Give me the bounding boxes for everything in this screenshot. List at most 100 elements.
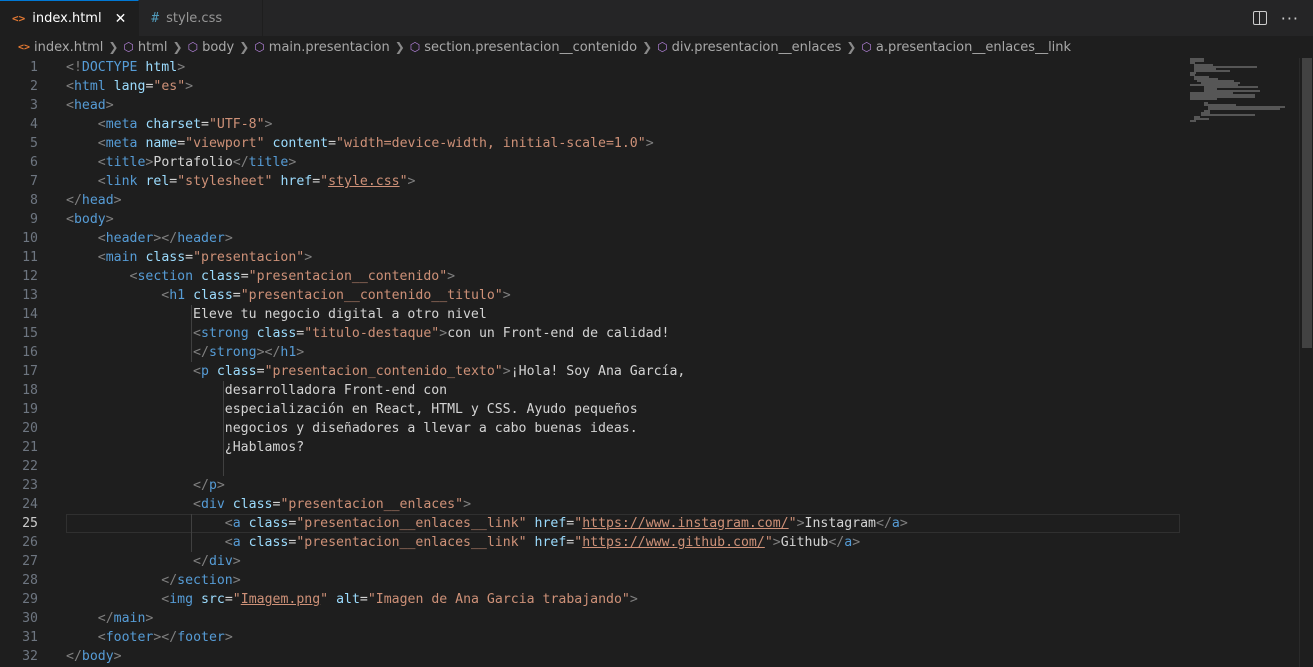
- split-editor-icon[interactable]: [1252, 11, 1267, 25]
- code-line[interactable]: 19 especialización en React, HTML y CSS.…: [0, 400, 1180, 419]
- code-line[interactable]: 20 negocios y diseñadores a llevar a cab…: [0, 419, 1180, 438]
- code-text: <h1 class="presentacion__contenido__titu…: [66, 286, 510, 305]
- code-line[interactable]: 6 <title>Portafolio</title>: [0, 153, 1180, 172]
- code-token: ": [232, 592, 241, 607]
- code-line[interactable]: 12 <section class="presentacion__conteni…: [0, 267, 1180, 286]
- indent-guide: [191, 514, 193, 552]
- breadcrumb-item-html[interactable]: ⬡ html: [123, 40, 167, 55]
- code-token: <: [97, 231, 106, 246]
- code-token: "viewport": [185, 136, 265, 151]
- tab-index-html[interactable]: <> index.html ✕: [0, 0, 140, 36]
- code-line[interactable]: 9 <body>: [0, 210, 1180, 229]
- code-token: >: [288, 155, 297, 170]
- code-token: href: [534, 516, 567, 531]
- code-token: >: [899, 516, 908, 531]
- code-token: a: [232, 535, 241, 550]
- code-line[interactable]: 17 <p class="presentacion_contenido_text…: [0, 362, 1180, 381]
- code-token: =: [201, 117, 209, 132]
- code-line[interactable]: 15 <strong class="titulo-destaque">con u…: [0, 324, 1180, 343]
- close-icon[interactable]: ✕: [115, 11, 127, 27]
- breadcrumb-item-a[interactable]: ⬡ a.presentacion__enlaces__link: [861, 40, 1071, 55]
- scrollbar-thumb[interactable]: [1302, 58, 1312, 348]
- code-token: lang: [113, 79, 146, 94]
- code-text: </main>: [66, 609, 154, 628]
- code-line[interactable]: 11 <main class="presentacion">: [0, 248, 1180, 267]
- code-line[interactable]: 4 <meta charset="UTF-8">: [0, 115, 1180, 134]
- code-line[interactable]: 21 ¿Hablamos?: [0, 438, 1180, 457]
- code-token: a: [844, 535, 853, 550]
- element-icon: ⬡: [254, 40, 265, 54]
- code-line[interactable]: 24 <div class="presentacion__enlaces">: [0, 495, 1180, 514]
- code-token: </: [193, 345, 209, 360]
- breadcrumb-item-body[interactable]: ⬡ body: [188, 40, 235, 55]
- code-line[interactable]: 28 </section>: [0, 571, 1180, 590]
- code-token: <: [193, 497, 201, 512]
- line-number: 25: [22, 516, 38, 531]
- editor-tab-bar: <> index.html ✕ # style.css ···: [0, 0, 1313, 36]
- breadcrumb-item-file[interactable]: <> index.html: [18, 40, 103, 55]
- vertical-scrollbar[interactable]: [1299, 58, 1313, 667]
- code-line[interactable]: 32 </body>: [0, 647, 1180, 666]
- code-token: Instagram: [804, 516, 876, 531]
- code-token: strong: [208, 345, 257, 360]
- code-token: >: [296, 345, 305, 360]
- code-token: >: [629, 592, 638, 607]
- breadcrumb-item-div[interactable]: ⬡ div.presentacion__enlaces: [657, 40, 841, 55]
- code-token: href: [280, 174, 313, 189]
- code-token: name: [145, 136, 178, 151]
- code-token: </: [66, 649, 82, 664]
- code-line[interactable]: 16 </strong></h1>: [0, 343, 1180, 362]
- code-line[interactable]: 18 desarrolladora Front-end con: [0, 381, 1180, 400]
- code-line[interactable]: 25 <a class="presentacion__enlaces__link…: [0, 514, 1180, 533]
- code-line[interactable]: 30 </main>: [0, 609, 1180, 628]
- tab-style-css[interactable]: # style.css: [139, 0, 264, 36]
- code-token: "titulo-destaque": [304, 326, 440, 341]
- code-token: </: [828, 535, 845, 550]
- code-line[interactable]: 27 </div>: [0, 552, 1180, 571]
- code-text: <strong class="titulo-destaque">con un F…: [66, 324, 669, 343]
- code-text: <!DOCTYPE html>: [66, 58, 185, 77]
- code-line[interactable]: 3 <head>: [0, 96, 1180, 115]
- code-line[interactable]: 29 <img src="Imagem.png" alt="Imagen de …: [0, 590, 1180, 609]
- code-line[interactable]: 10 <header></header>: [0, 229, 1180, 248]
- breadcrumb-item-main[interactable]: ⬡ main.presentacion: [254, 40, 389, 55]
- code-line[interactable]: 5 <meta name="viewport" content="width=d…: [0, 134, 1180, 153]
- code-line[interactable]: 31 <footer></footer>: [0, 628, 1180, 647]
- code-editor[interactable]: 1 <!DOCTYPE html> 2 <html lang="es"> 3 <head>…: [0, 58, 1313, 667]
- code-line[interactable]: 1 <!DOCTYPE html>: [0, 58, 1180, 77]
- code-line[interactable]: 7 <link rel="stylesheet" href="style.css…: [0, 172, 1180, 191]
- code-line[interactable]: 26 <a class="presentacion__enlaces__link…: [0, 533, 1180, 552]
- code-line[interactable]: 8 </head>: [0, 191, 1180, 210]
- code-text: </p>: [66, 476, 225, 495]
- code-token: div: [208, 554, 233, 569]
- code-token: <: [97, 117, 106, 132]
- code-token: div: [201, 497, 225, 512]
- breadcrumb-item-section[interactable]: ⬡ section.presentacion__contenido: [410, 40, 637, 55]
- code-text: especialización en React, HTML y CSS. Ay…: [66, 400, 638, 419]
- code-token: alt: [336, 592, 360, 607]
- code-line[interactable]: 23 </p>: [0, 476, 1180, 495]
- code-line[interactable]: 14 Eleve tu negocio digital a otro nivel: [0, 305, 1180, 324]
- code-text: negocios y diseñadores a llevar a cabo b…: [66, 419, 638, 438]
- more-actions-icon[interactable]: ···: [1281, 9, 1299, 28]
- minimap[interactable]: [1186, 58, 1296, 138]
- code-token: <: [97, 250, 106, 265]
- code-line[interactable]: 13 <h1 class="presentacion__contenido__t…: [0, 286, 1180, 305]
- code-token: </: [193, 478, 209, 493]
- line-number: 3: [30, 98, 38, 113]
- code-line[interactable]: 22: [0, 457, 1180, 476]
- breadcrumb: <> index.html ❯ ⬡ html ❯ ⬡ body ❯ ⬡ main…: [0, 36, 1313, 58]
- code-token: >: [177, 60, 186, 75]
- line-number: 27: [22, 554, 38, 569]
- code-line[interactable]: 2 <html lang="es">: [0, 77, 1180, 96]
- code-token: ¿Hablamos?: [66, 440, 305, 455]
- code-token: >: [145, 611, 154, 626]
- code-token: >: [447, 269, 456, 284]
